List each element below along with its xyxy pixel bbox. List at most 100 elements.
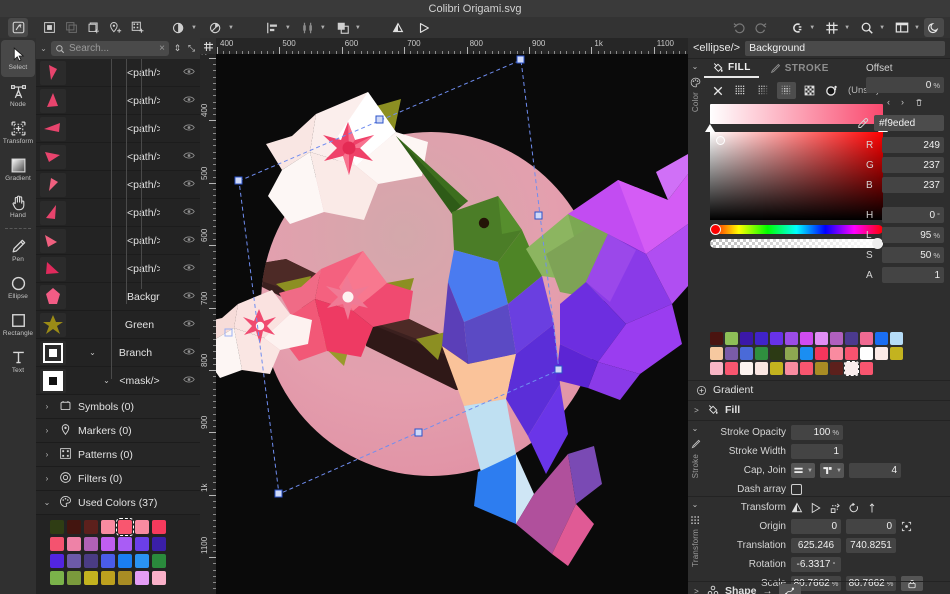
color-swatch[interactable]: [152, 520, 166, 534]
palette-swatch[interactable]: [770, 362, 783, 375]
color-swatch[interactable]: [84, 554, 98, 568]
miter-limit-value[interactable]: 4: [849, 463, 901, 478]
chevron-down-icon[interactable]: ▼: [844, 25, 850, 31]
visibility-eye-icon[interactable]: [178, 207, 200, 218]
sv-cursor[interactable]: [716, 136, 725, 145]
color-swatch[interactable]: [101, 520, 115, 534]
palette-swatch[interactable]: [740, 347, 753, 360]
palette-swatch[interactable]: [800, 332, 813, 345]
palette-swatch[interactable]: [725, 347, 738, 360]
fill-opacity-icon[interactable]: [168, 18, 190, 37]
visibility-eye-icon[interactable]: [178, 347, 200, 358]
export-image-icon[interactable]: [8, 18, 28, 37]
layer-list[interactable]: <path/> <path/> <path/> <path/> <path/> <path…: [36, 59, 200, 395]
color-swatch[interactable]: [84, 537, 98, 551]
redo-icon[interactable]: [750, 18, 772, 37]
palette-swatch[interactable]: [845, 347, 858, 360]
tool-rectangle[interactable]: Rectangle: [1, 306, 35, 343]
artboard[interactable]: [216, 54, 688, 594]
color-swatch[interactable]: [118, 554, 132, 568]
color-swatch[interactable]: [152, 537, 166, 551]
used-colors-swatches[interactable]: [36, 515, 200, 594]
palette-swatch[interactable]: [875, 347, 888, 360]
dash-array-checkbox[interactable]: [791, 484, 802, 495]
close-icon[interactable]: ×: [159, 43, 165, 54]
translation-x-value[interactable]: 625.246: [791, 538, 841, 553]
color-swatch[interactable]: [50, 520, 64, 534]
chevron-down-icon[interactable]: ⌄: [692, 62, 699, 71]
color-swatch[interactable]: [118, 537, 132, 551]
palette-swatch[interactable]: [755, 362, 768, 375]
chevron-down-icon[interactable]: ▼: [914, 25, 920, 31]
layout-icon[interactable]: [891, 18, 913, 37]
flip-horizontal-icon[interactable]: [810, 502, 822, 514]
visibility-eye-icon[interactable]: [178, 375, 200, 386]
color-swatch[interactable]: [101, 537, 115, 551]
palette-swatch[interactable]: [785, 332, 798, 345]
origin-y-value[interactable]: 0: [846, 519, 896, 534]
visibility-eye-icon[interactable]: [178, 179, 200, 190]
layer-row[interactable]: Background: [36, 283, 200, 311]
flat-fill-icon[interactable]: [731, 82, 750, 99]
color-swatch[interactable]: [135, 537, 149, 551]
palette-swatch[interactable]: [830, 347, 843, 360]
gradient-stop-0[interactable]: [705, 124, 715, 132]
layer-row[interactable]: ⌄ Branch: [36, 339, 200, 367]
offset-value[interactable]: 0 %: [866, 77, 944, 93]
color-swatch[interactable]: [152, 554, 166, 568]
layer-row[interactable]: <path/>: [36, 115, 200, 143]
color-palette[interactable]: [702, 328, 950, 382]
add-pattern-icon[interactable]: [126, 18, 148, 37]
palette-swatch[interactable]: [755, 332, 768, 345]
chevron-down-icon[interactable]: ⌄: [692, 500, 699, 509]
tool-hand[interactable]: Hand: [1, 188, 35, 225]
chevron-right-icon[interactable]: >: [692, 587, 701, 594]
stroke-width-value[interactable]: 1: [791, 444, 843, 459]
origin-target-icon[interactable]: [901, 521, 912, 532]
palette-swatch[interactable]: [710, 362, 723, 375]
group-twisty[interactable]: ›: [42, 450, 52, 459]
tool-select[interactable]: Select: [1, 40, 35, 77]
palette-swatch[interactable]: [740, 362, 753, 375]
visibility-eye-icon[interactable]: [178, 95, 200, 106]
reset-transform-icon[interactable]: [867, 502, 877, 514]
palette-swatch[interactable]: [725, 332, 738, 345]
layer-group-row[interactable]: › Patterns (0): [36, 443, 200, 467]
visibility-eye-icon[interactable]: [178, 319, 200, 330]
color-swatch[interactable]: [118, 571, 132, 585]
flip-vertical-icon[interactable]: [791, 502, 803, 514]
chevron-down-icon[interactable]: ▼: [228, 25, 234, 31]
channel-value[interactable]: 1: [882, 267, 944, 283]
color-swatch[interactable]: [135, 520, 149, 534]
add-artboard-icon[interactable]: [82, 18, 104, 37]
duplicate-icon[interactable]: [60, 18, 82, 37]
color-swatch[interactable]: [67, 520, 81, 534]
search-input[interactable]: Search... ×: [51, 41, 169, 56]
channel-value[interactable]: 50%: [882, 247, 944, 263]
palette-swatch[interactable]: [860, 332, 873, 345]
chevron-down-icon[interactable]: ▼: [879, 25, 885, 31]
expand-collapse-icon[interactable]: ⇕: [172, 43, 183, 54]
color-swatch[interactable]: [84, 520, 98, 534]
next-stop-icon[interactable]: ›: [901, 97, 904, 107]
visibility-eye-icon[interactable]: [178, 291, 200, 302]
palette-swatch[interactable]: [845, 332, 858, 345]
hex-field[interactable]: #f9eded: [874, 115, 944, 131]
group-twisty[interactable]: ⌄: [42, 498, 52, 507]
palette-swatch[interactable]: [785, 347, 798, 360]
color-swatch[interactable]: [50, 537, 64, 551]
play-icon[interactable]: [413, 18, 435, 37]
layer-twisty[interactable]: ⌄: [86, 348, 99, 357]
tool-pen[interactable]: Pen: [1, 232, 35, 269]
color-swatch[interactable]: [135, 554, 149, 568]
chevron-down-icon[interactable]: ▼: [320, 25, 326, 31]
group-twisty[interactable]: ›: [42, 474, 52, 483]
collapse-all-icon[interactable]: ⤡: [186, 43, 197, 54]
tab-fill[interactable]: FILL: [704, 59, 759, 78]
cap-style-button[interactable]: ▼: [791, 463, 815, 478]
rotate-90-icon[interactable]: [829, 502, 841, 514]
shape-convert-button[interactable]: [778, 583, 801, 594]
layer-row[interactable]: <path/>: [36, 143, 200, 171]
palette-swatch[interactable]: [725, 362, 738, 375]
palette-swatch[interactable]: [710, 332, 723, 345]
